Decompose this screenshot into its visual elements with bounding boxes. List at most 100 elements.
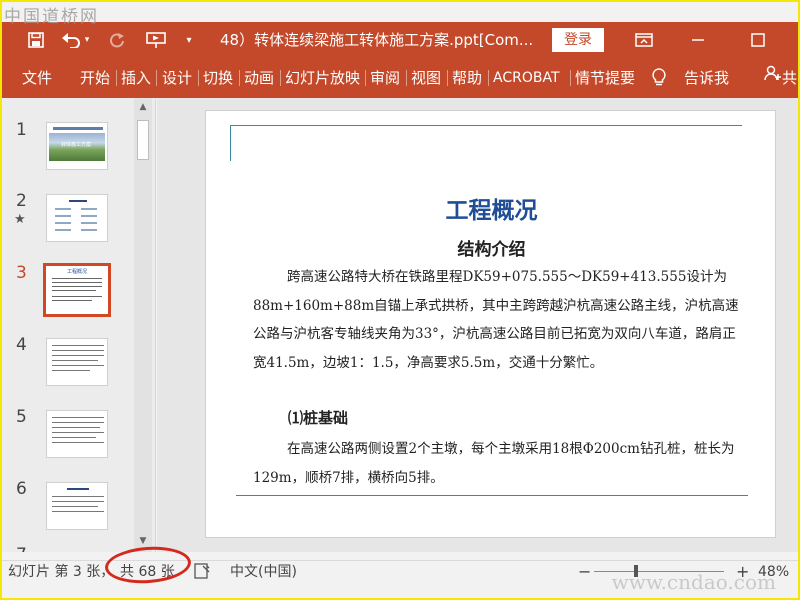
thumb-number: 2: [16, 191, 27, 211]
tab-separator: [447, 70, 448, 86]
tab-separator: [570, 70, 571, 86]
thumb-text-line: [52, 286, 102, 287]
thumb-number: 6: [16, 479, 27, 499]
thumb-text-line: [52, 506, 98, 507]
thumb-text-line: [55, 208, 71, 210]
tab-help[interactable]: 帮助: [452, 58, 482, 98]
tab-separator: [239, 70, 240, 86]
thumb-text-line: [81, 208, 97, 210]
slide-thumbnail-5[interactable]: [46, 410, 108, 458]
thumb-text-line: [52, 290, 96, 291]
slide-title[interactable]: 工程概况: [206, 191, 777, 225]
tab-review[interactable]: 审阅: [370, 58, 400, 98]
thumb-text-line: [52, 296, 102, 297]
tab-view[interactable]: 视图: [411, 58, 441, 98]
slide-paragraph[interactable]: 在高速公路两侧设置2个主墩，每个主墩采用18根Φ200cm钻孔桩，桩长为129m…: [253, 435, 741, 492]
thumb-text-line: [81, 229, 97, 231]
share-label: 共: [782, 69, 798, 87]
decorative-line: [230, 125, 742, 126]
scroll-up-icon[interactable]: ▲: [134, 102, 152, 116]
thumb-text-line: [52, 496, 104, 497]
thumb-text-line: [81, 215, 97, 217]
thumb-number: 7: [16, 545, 27, 552]
slide-thumbnail-3[interactable]: 工程概况: [43, 263, 111, 317]
slide-thumbnail-1[interactable]: 转体施工方案: [46, 122, 108, 170]
slide-thumbnail-4[interactable]: [46, 338, 108, 386]
thumb-heading: [53, 127, 103, 130]
ribbon-tabs: 文件 开始 插入 设计 切换 动画 幻灯片放映 审阅 视图 帮助 ACROBAT…: [0, 58, 800, 98]
minimize-icon[interactable]: [680, 22, 716, 58]
language-indicator[interactable]: 中文(中国): [230, 561, 297, 583]
tab-separator: [365, 70, 366, 86]
slide-subtitle[interactable]: 结构介绍: [206, 235, 777, 260]
slide-thumbnail-6[interactable]: [46, 482, 108, 530]
tab-separator: [116, 70, 117, 86]
redo-icon[interactable]: [104, 22, 130, 58]
thumb-number: 5: [16, 407, 27, 427]
maximize-icon[interactable]: [740, 22, 776, 58]
thumb-text-line: [52, 365, 104, 366]
thumbnail-scrollbar[interactable]: ▲ ▼: [134, 98, 152, 552]
thumb-text-line: [52, 350, 104, 351]
slide-heading[interactable]: ⑴桩基础: [288, 407, 348, 428]
tab-animations[interactable]: 动画: [244, 58, 274, 98]
zoom-out-button[interactable]: −: [578, 561, 591, 583]
slide-paragraph[interactable]: 跨高速公路特大桥在铁路里程DK59+075.555～DK59+413.555设计…: [253, 263, 741, 377]
present-from-start-icon[interactable]: [142, 22, 170, 58]
thumb-text-line: [81, 222, 97, 224]
tab-transitions[interactable]: 切换: [203, 58, 233, 98]
slide-canvas[interactable]: 工程概况 结构介绍 跨高速公路特大桥在铁路里程DK59+075.555～DK59…: [205, 110, 776, 538]
thumb-number: 1: [16, 120, 27, 140]
thumb-text-line: [52, 511, 104, 512]
thumb-text-line: [52, 422, 104, 423]
tab-slideshow[interactable]: 幻灯片放映: [285, 58, 360, 98]
save-icon[interactable]: [22, 22, 50, 58]
thumb-text-line: [55, 229, 71, 231]
scrollbar-thumb[interactable]: [137, 120, 149, 160]
watermark-bottom: www.cndao.com: [611, 570, 776, 594]
lightbulb-icon[interactable]: [652, 58, 674, 98]
thumb-text-line: [55, 222, 71, 224]
thumb-text-line: [55, 215, 71, 217]
thumb-text-line: [52, 501, 104, 502]
share-button[interactable]: 共: [764, 58, 800, 98]
thumb-number: 3: [16, 263, 27, 283]
undo-icon[interactable]: ▾: [58, 22, 92, 58]
document-title: 48）转体连续梁施工转体施工方案.ppt[Com...: [220, 31, 534, 49]
thumb-text-line: [52, 427, 100, 428]
tab-design[interactable]: 设计: [162, 58, 192, 98]
tab-separator: [488, 70, 489, 86]
ribbon-display-icon[interactable]: [626, 22, 662, 58]
decorative-line: [230, 125, 231, 161]
thumb-text-line: [52, 437, 96, 438]
slide-counter[interactable]: 幻灯片 第 3 张，: [8, 561, 114, 583]
thumb-text-line: [52, 360, 98, 361]
thumb-number: 4: [16, 335, 27, 355]
tab-file[interactable]: 文件: [22, 58, 52, 98]
tab-separator: [280, 70, 281, 86]
tab-storyboarding[interactable]: 情节提要: [575, 58, 635, 98]
thumb-text-line: [52, 370, 90, 371]
thumb-text-line: [52, 355, 104, 356]
tab-insert[interactable]: 插入: [121, 58, 151, 98]
thumb-text-line: [52, 278, 102, 279]
slide-thumbnail-2[interactable]: [46, 194, 108, 242]
notes-icon[interactable]: [194, 563, 210, 585]
chevron-down-icon[interactable]: ▾: [182, 22, 196, 58]
tell-me-search[interactable]: 告诉我: [684, 58, 729, 98]
thumb-heading: 工程概况: [66, 269, 87, 275]
decorative-line: [236, 495, 748, 496]
user-icon: [764, 58, 782, 97]
thumb-text-line: [52, 432, 104, 433]
tab-home[interactable]: 开始: [80, 58, 110, 98]
watermark-top: 中国道桥网: [4, 7, 99, 27]
thumb-text-line: [52, 300, 92, 301]
thumb-text-line: [52, 442, 104, 443]
thumb-caption: 转体施工方案: [61, 142, 92, 148]
tab-acrobat[interactable]: ACROBAT: [493, 58, 560, 98]
slide-editing-area: 工程概况 结构介绍 跨高速公路特大桥在铁路里程DK59+075.555～DK59…: [157, 98, 800, 552]
thumb-text-line: [52, 345, 104, 346]
thumb-heading: [67, 488, 89, 490]
login-button[interactable]: 登录: [552, 28, 604, 52]
tab-separator: [198, 70, 199, 86]
